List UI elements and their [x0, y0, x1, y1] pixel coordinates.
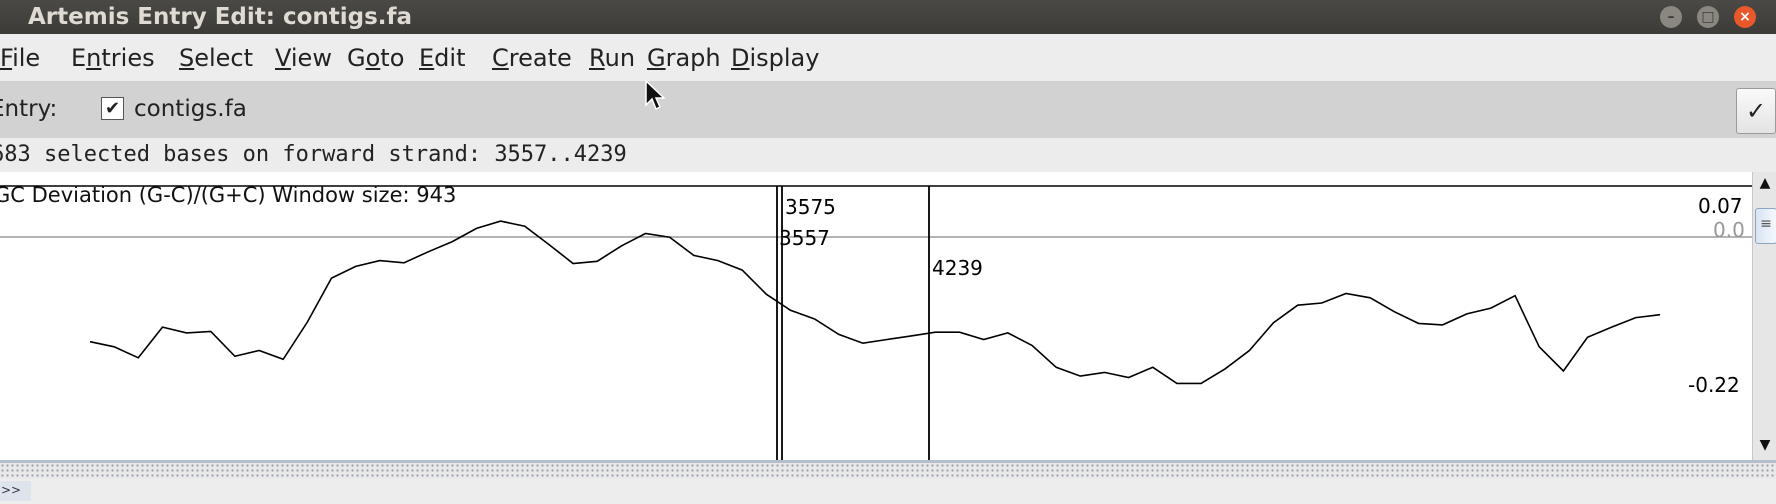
- graph-min-label: -0.22: [1688, 373, 1740, 397]
- scroll-up-icon[interactable]: ▲: [1753, 172, 1776, 194]
- menu-file-label: ile: [12, 44, 41, 72]
- menu-graph-label: raph: [665, 44, 721, 72]
- menu-edit-label: dit: [434, 44, 466, 72]
- menu-entries-mnemonic: n: [86, 44, 102, 72]
- menu-select-mnemonic: S: [179, 44, 195, 72]
- menu-select-label: elect: [194, 44, 254, 72]
- mouse-pointer-icon: [645, 80, 666, 111]
- menu-goto-mnemonic: o: [365, 44, 381, 72]
- menu-graph[interactable]: Graph: [647, 44, 721, 72]
- marker-label-4239: 4239: [932, 256, 983, 280]
- graph-scrollbar[interactable]: ▲ ≡ ▼: [1752, 172, 1776, 460]
- scroll-thumb[interactable]: ≡: [1755, 208, 1776, 244]
- minimize-glyph: –: [1667, 9, 1675, 25]
- menu-entries[interactable]: Entries: [71, 44, 155, 72]
- graph-canvas: [0, 185, 1752, 460]
- menu-run[interactable]: Run: [589, 44, 635, 72]
- scroll-down-icon[interactable]: ▼: [1753, 434, 1776, 456]
- close-icon[interactable]: ×: [1734, 6, 1756, 28]
- graph-title: GC Deviation (G-C)/(G+C) Window size: 94…: [0, 183, 457, 207]
- selection-info-bar: 683 selected bases on forward strand: 35…: [0, 138, 1776, 172]
- entry-name[interactable]: contigs.fa: [134, 95, 247, 123]
- menu-entries-label: tries: [101, 44, 155, 72]
- menu-display[interactable]: Display: [731, 44, 819, 72]
- maximize-icon[interactable]: □: [1697, 6, 1719, 28]
- menu-create-label: reate: [508, 44, 572, 72]
- ok-check-icon[interactable]: ✓: [1736, 88, 1776, 134]
- graph-zero-label: 0.0: [1713, 218, 1745, 242]
- graph-max-label: 0.07: [1698, 194, 1743, 218]
- panel-splitter[interactable]: [0, 460, 1776, 479]
- maximize-glyph: □: [1701, 9, 1715, 25]
- marker-label-3557: 3557: [779, 226, 830, 250]
- gc-deviation-graph[interactable]: GC Deviation (G-C)/(G+C) Window size: 94…: [0, 172, 1752, 460]
- bottom-panel: >>: [0, 479, 1776, 504]
- entry-bar: Entry: ✔ contigs.fa: [0, 81, 1776, 138]
- menu-goto-pre: G: [347, 44, 366, 72]
- menu-bar: File Entries Select View Goto Edit Creat…: [0, 34, 1776, 81]
- menu-create[interactable]: Create: [492, 44, 572, 72]
- menu-run-mnemonic: R: [589, 44, 605, 72]
- menu-edit[interactable]: Edit: [419, 44, 465, 72]
- menu-display-mnemonic: D: [731, 44, 750, 72]
- expand-tab[interactable]: >>: [0, 481, 31, 501]
- menu-select[interactable]: Select: [179, 44, 253, 72]
- selection-info: 683 selected bases on forward strand: 35…: [0, 142, 627, 167]
- menu-goto[interactable]: Goto: [347, 44, 404, 72]
- minimize-icon[interactable]: –: [1660, 6, 1682, 28]
- menu-graph-mnemonic: G: [647, 44, 666, 72]
- menu-file-mnemonic: F: [0, 44, 13, 72]
- menu-view[interactable]: View: [275, 44, 332, 72]
- entry-label: Entry:: [0, 96, 58, 122]
- menu-entries-pre: E: [71, 44, 87, 72]
- scroll-thumb-grip: ≡: [1760, 216, 1772, 232]
- menu-edit-mnemonic: E: [419, 44, 435, 72]
- gc-deviation-curve: [89, 220, 1661, 385]
- title-bar: Artemis Entry Edit: contigs.fa – □ ×: [0, 0, 1776, 34]
- window-title: Artemis Entry Edit: contigs.fa: [28, 4, 413, 30]
- menu-display-label: isplay: [749, 44, 820, 72]
- menu-create-mnemonic: C: [492, 44, 509, 72]
- close-glyph: ×: [1739, 9, 1751, 25]
- menu-file[interactable]: File: [0, 44, 40, 72]
- menu-view-mnemonic: V: [275, 44, 291, 72]
- menu-goto-label: to: [380, 44, 405, 72]
- checkbox-icon[interactable]: ✔: [101, 97, 124, 120]
- marker-label-3575: 3575: [785, 195, 836, 219]
- menu-run-label: un: [604, 44, 636, 72]
- menu-view-label: iew: [290, 44, 332, 72]
